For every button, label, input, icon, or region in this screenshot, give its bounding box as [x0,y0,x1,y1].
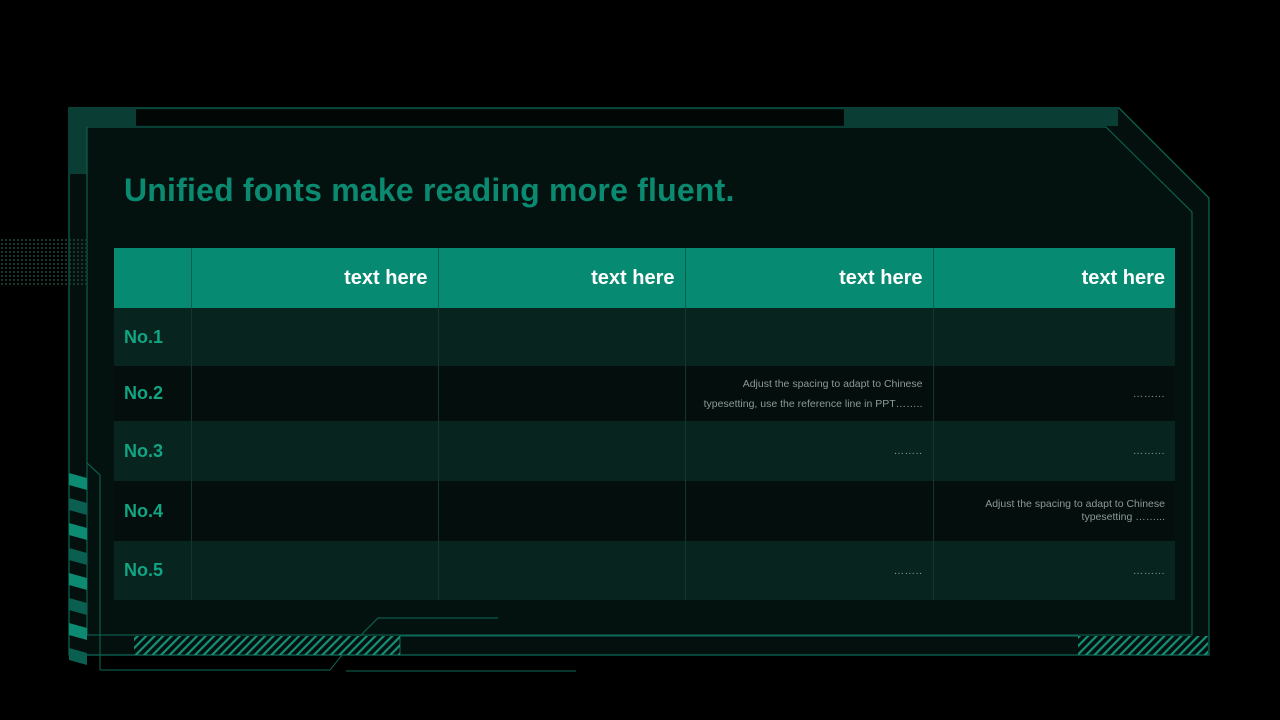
table-cell: Adjust the spacing to adapt to Chinese t… [685,366,934,421]
table-cell [438,541,686,600]
table-cell [685,308,934,366]
slide: Unified fonts make reading more fluent. … [0,0,1280,720]
row-label: No.1 [114,308,192,366]
table-row: No.1 [114,308,1175,366]
table-cell [191,308,439,366]
table-cell [191,421,439,481]
table-cell: ……... [933,421,1175,481]
data-table: text here text here text here text here … [114,248,1175,600]
dot-pattern [0,238,86,286]
table-cell [191,541,439,600]
table-row: No.2 Adjust the spacing to adapt to Chin… [114,366,1175,421]
table-cell [191,366,439,421]
table-header-cell: text here [933,248,1175,308]
table-row: No.3 …….. ……... [114,421,1175,481]
table-header-cell: text here [685,248,934,308]
table-cell [191,481,439,541]
table-header-cell: text here [191,248,439,308]
table-cell [933,308,1175,366]
row-label: No.5 [114,541,192,600]
row-label: No.2 [114,366,192,421]
table-cell: …….. [685,421,934,481]
row-label: No.4 [114,481,192,541]
row-label: No.3 [114,421,192,481]
table-header-cell: text here [438,248,686,308]
table-cell [438,308,686,366]
table-cell: Adjust the spacing to adapt to Chinese t… [933,481,1175,541]
table-cell [685,481,934,541]
table-cell: …….. [685,541,934,600]
table-cell: ……... [933,366,1175,421]
table-cell [438,366,686,421]
table-row: No.4 Adjust the spacing to adapt to Chin… [114,481,1175,541]
table-cell [438,421,686,481]
table-row: No.5 …….. ……... [114,541,1175,600]
table-header-row: text here text here text here text here [114,248,1175,308]
table-header-cell [114,248,192,308]
slide-title: Unified fonts make reading more fluent. [124,172,735,208]
table-cell: ……... [933,541,1175,600]
table-cell [438,481,686,541]
